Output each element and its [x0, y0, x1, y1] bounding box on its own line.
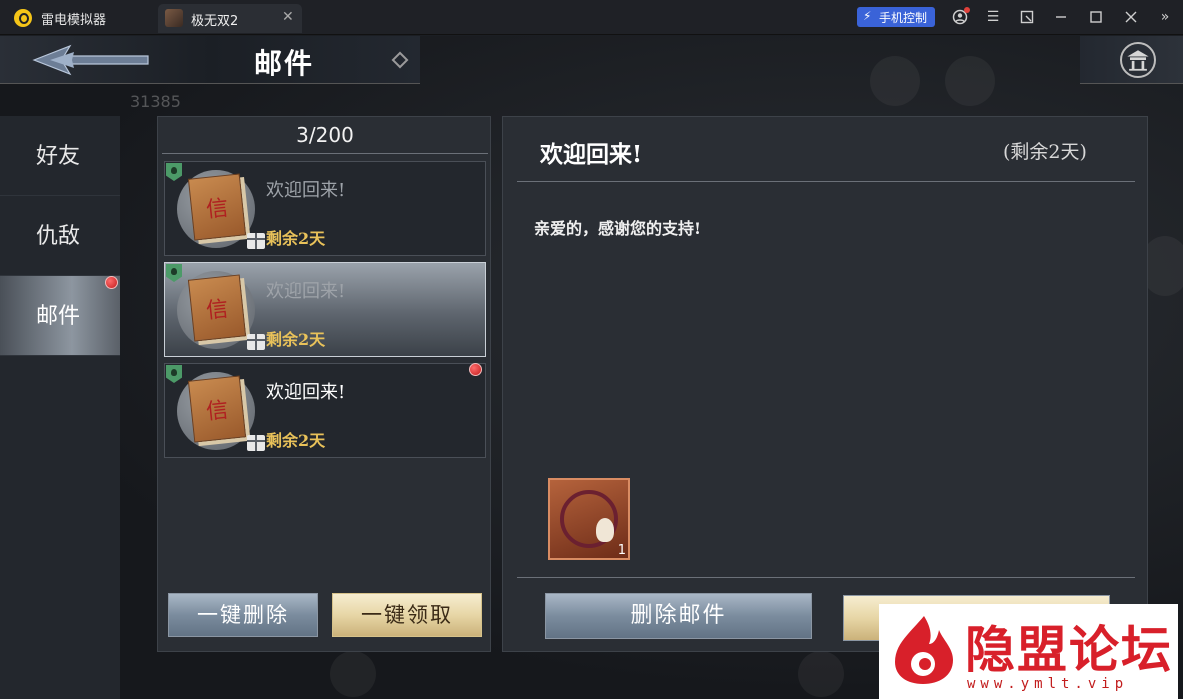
unread-dot	[469, 363, 482, 376]
close-icon[interactable]	[1120, 6, 1142, 28]
lightning-icon: ⚡	[863, 9, 872, 23]
gift-icon	[247, 233, 265, 249]
reward-quantity: 1	[617, 543, 626, 558]
gift-icon	[247, 334, 265, 350]
watermark-text: 隐盟论坛	[965, 621, 1173, 679]
shield-icon	[166, 264, 182, 282]
mail-title: 欢迎回来!	[266, 180, 346, 201]
account-notification-dot	[964, 7, 970, 13]
mail-title: 欢迎回来!	[266, 281, 346, 302]
mail-remaining: 剩余2天	[266, 431, 326, 450]
mail-detail-body: 亲爱的，感谢您的支持!	[534, 219, 702, 238]
nav-item-label: 好友	[36, 144, 81, 169]
divider	[517, 181, 1135, 182]
mail-detail-remaining: (剩余2天)	[1003, 141, 1087, 163]
letter-icon: 信	[177, 271, 265, 350]
emulator-titlebar: 雷电模拟器 极无双2 ✕ ⚡ 手机控制 ☰ »	[0, 0, 1183, 35]
delete-mail-button[interactable]: 删除邮件	[545, 593, 812, 639]
game-screen: 邮件 31385 好友 仇敌 邮件 3/200 信 欢迎回来! 剩余2天 信 欢…	[0, 36, 1183, 699]
mail-count: 3/200	[296, 123, 354, 147]
letter-icon: 信	[177, 170, 265, 249]
phone-control-button[interactable]: ⚡ 手机控制	[857, 7, 935, 27]
rabbit-icon	[596, 518, 614, 542]
nav-item-label: 邮件	[36, 304, 81, 329]
bg-friends-icon	[330, 651, 376, 697]
bg-welfare-icon	[870, 56, 920, 106]
page-title: 邮件	[254, 47, 315, 80]
flame-logo-icon	[895, 616, 953, 684]
page-header: 邮件	[0, 36, 420, 84]
app-name: 雷电模拟器	[41, 13, 107, 28]
nav-item-mail[interactable]: 邮件	[0, 276, 120, 356]
nav-item-friends[interactable]: 好友	[0, 116, 120, 196]
mail-item[interactable]: 信 欢迎回来! 剩余2天	[164, 262, 486, 357]
mail-remaining: 剩余2天	[266, 330, 326, 349]
watermark-url: www.ymlt.vip	[967, 676, 1129, 692]
mail-detail-panel: 欢迎回来! (剩余2天) 亲爱的，感谢您的支持! 1 删除邮件 领取奖励	[502, 116, 1148, 652]
tab-game[interactable]: 极无双2 ✕	[158, 4, 302, 33]
uid-text: 31385	[130, 92, 181, 111]
pavilion-icon	[1120, 42, 1156, 78]
tab-title: 极无双2	[191, 14, 239, 29]
bg-shop-icon	[945, 56, 995, 106]
divider	[517, 577, 1135, 578]
mail-detail-title: 欢迎回来!	[540, 141, 643, 168]
mail-item[interactable]: 信 欢迎回来! 剩余2天	[164, 363, 486, 458]
reward-item-slot[interactable]: 1	[548, 478, 630, 560]
mail-list-panel: 3/200 信 欢迎回来! 剩余2天 信 欢迎回来! 剩余2天 信 欢迎回来! …	[157, 116, 491, 652]
menu-icon[interactable]: ☰	[982, 6, 1004, 28]
notification-dot	[105, 276, 118, 289]
divider	[162, 153, 488, 154]
shield-icon	[166, 163, 182, 181]
nav-item-enemies[interactable]: 仇敌	[0, 196, 120, 276]
delete-all-button[interactable]: 一键删除	[168, 593, 318, 637]
account-icon[interactable]	[949, 6, 971, 28]
mail-title: 欢迎回来!	[266, 382, 346, 403]
ldplayer-logo-icon	[14, 9, 32, 27]
minimize-icon[interactable]	[1050, 6, 1072, 28]
phone-control-label: 手机控制	[879, 11, 928, 25]
mail-item[interactable]: 信 欢迎回来! 剩余2天	[164, 161, 486, 256]
nav-item-label: 仇敌	[36, 224, 81, 249]
pin-icon[interactable]	[1016, 6, 1038, 28]
forum-watermark: 隐盟论坛 www.ymlt.vip	[879, 604, 1178, 699]
back-arrow-icon[interactable]	[30, 42, 150, 78]
game-thumbnail-icon	[165, 9, 183, 27]
collapse-icon[interactable]: »	[1154, 6, 1176, 28]
mail-remaining: 剩余2天	[266, 229, 326, 248]
shield-icon	[166, 365, 182, 383]
maximize-icon[interactable]	[1085, 6, 1107, 28]
tab-close-icon[interactable]: ✕	[282, 9, 294, 25]
bg-voice-icon	[798, 651, 844, 697]
pavilion-button[interactable]	[1080, 36, 1183, 84]
claim-all-button[interactable]: 一键领取	[332, 593, 482, 637]
letter-icon: 信	[177, 372, 265, 451]
header-ornament-icon	[391, 51, 409, 69]
gift-icon	[247, 435, 265, 451]
side-nav: 好友 仇敌 邮件	[0, 116, 120, 699]
